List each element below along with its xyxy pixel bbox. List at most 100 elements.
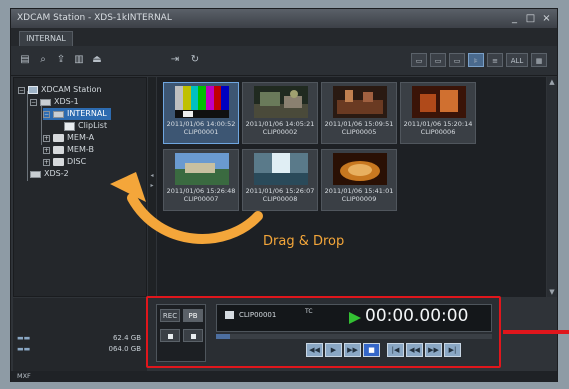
vertical-scrollbar[interactable]: ▲ ▼ — [547, 77, 557, 297]
folder-icon — [53, 134, 64, 142]
deck-icon — [40, 98, 51, 106]
scroll-down-icon[interactable]: ▼ — [547, 287, 557, 297]
all-filter-button[interactable]: ALL — [506, 53, 528, 67]
timecode-display: CLIP00001 TC 00:00.00:00 — [216, 304, 492, 332]
tab-bar: INTERNAL — [11, 28, 557, 46]
tc-label: TC — [305, 308, 313, 315]
clip-icon — [225, 311, 234, 319]
tree-item-label: MEM-B — [67, 145, 94, 154]
scroll-up-icon[interactable]: ▲ — [547, 77, 557, 87]
tree-item-mem-b[interactable]: + MEM-B — [43, 144, 94, 156]
dinner-thumbnail — [412, 86, 466, 118]
expand-icon[interactable]: + — [43, 146, 50, 154]
detail-view-icon[interactable]: ▭ — [430, 53, 446, 67]
collapse-icon[interactable]: − — [18, 86, 25, 94]
folder-icon — [53, 146, 64, 154]
previous-clip-icon[interactable]: |◀ — [387, 343, 404, 357]
playback-progress[interactable] — [216, 334, 492, 339]
info-view-icon[interactable]: ▭ — [449, 53, 465, 67]
tree-item-label: INTERNAL — [67, 109, 107, 118]
clip-date: 2011/01/06 15:20:14 — [403, 120, 473, 128]
media-icon[interactable]: ▤ — [17, 53, 33, 67]
clip-name: CLIP00001 — [183, 128, 219, 136]
current-clip-name: CLIP00001 — [239, 311, 277, 319]
player-panel: REC PB CLIP00001 TC 00:00.00:00 ◀◀ ▶ ▶▶ … — [146, 296, 501, 368]
tree-item-xds2[interactable]: XDS-2 — [30, 168, 69, 180]
play-indicator-icon — [349, 312, 361, 324]
tree-item-label: ClipList — [78, 121, 108, 130]
storage-used: 62.4 GB — [112, 334, 141, 342]
rewind-icon[interactable]: ◀◀ — [306, 343, 323, 357]
clip-date: 2011/01/06 15:41:01 — [324, 187, 394, 195]
tree-view-icon[interactable]: ⊧ — [468, 53, 484, 67]
close-button[interactable]: × — [540, 12, 553, 25]
drag-drop-arrow — [110, 172, 263, 244]
folder-icon — [53, 158, 64, 166]
window-title: XDCAM Station - XDS-1kINTERNAL — [17, 13, 172, 23]
tree-item-label: XDCAM Station — [41, 85, 102, 94]
clip-thumbnail[interactable]: 2011/01/06 14:05:21 CLIP00002 — [242, 82, 318, 144]
grid-view-icon[interactable]: ▦ — [531, 53, 547, 67]
rec-pb-switch: REC PB — [156, 304, 206, 362]
status-text: MXF — [17, 372, 31, 380]
import-icon[interactable]: ⇪ — [53, 53, 69, 67]
color-bars-thumbnail — [175, 86, 229, 118]
delete-icon[interactable]: ▥ — [71, 53, 87, 67]
list-view-icon[interactable]: ≡ — [487, 53, 503, 67]
eject-icon[interactable]: ⏏ — [89, 53, 105, 67]
step-back-icon[interactable]: ◀◀ — [406, 343, 423, 357]
storage-total: 064.0 GB — [108, 345, 142, 353]
step-forward-icon[interactable]: ▶▶ — [425, 343, 442, 357]
deck-icon — [30, 170, 41, 178]
minimize-button[interactable]: _ — [508, 12, 521, 25]
tab-internal[interactable]: INTERNAL — [19, 31, 73, 46]
maximize-button[interactable]: □ — [524, 12, 537, 25]
clip-thumbnail[interactable]: 2011/01/06 15:09:51 CLIP00005 — [321, 82, 397, 144]
list-icon — [64, 121, 75, 131]
rec-stop-button[interactable] — [160, 329, 180, 342]
search-icon[interactable]: ⌕ — [35, 53, 51, 67]
expand-icon[interactable]: + — [43, 158, 50, 166]
storage-label-icon: ▬▬ — [17, 345, 31, 353]
next-clip-icon[interactable]: ▶| — [444, 343, 461, 357]
tree-item-station[interactable]: − XDCAM Station — [18, 84, 102, 96]
clip-date: 2011/01/06 15:09:51 — [324, 120, 394, 128]
tree-item-label: MEM-A — [67, 133, 95, 142]
tree-item-mem-a[interactable]: + MEM-A — [43, 132, 94, 144]
tree-item-xds1[interactable]: − XDS-1 — [30, 96, 79, 108]
stop-icon[interactable]: ■ — [363, 343, 380, 357]
pb-stop-button[interactable] — [183, 329, 203, 342]
title-bar: XDCAM Station - XDS-1kINTERNAL _ □ × — [11, 9, 557, 28]
expand-icon[interactable]: + — [43, 134, 50, 142]
tree-item-internal[interactable]: − INTERNAL — [43, 108, 111, 120]
timecode-value: 00:00.00:00 — [365, 306, 469, 326]
tree-item-label: DISC — [67, 157, 87, 166]
computer-icon — [28, 86, 38, 94]
refresh-icon[interactable]: ↻ — [187, 53, 203, 67]
clip-thumbnail[interactable]: 2011/01/06 14:00:52 CLIP00001 — [163, 82, 239, 144]
drag-drop-label: Drag & Drop — [263, 234, 345, 249]
drive-icon — [53, 110, 64, 118]
collapse-icon[interactable]: − — [43, 110, 50, 118]
tree-item-cliplist[interactable]: ClipList — [64, 120, 107, 132]
pb-button[interactable]: PB — [183, 309, 203, 322]
clip-name: CLIP00006 — [420, 128, 456, 136]
clip-name: CLIP00002 — [262, 128, 298, 136]
progress-fill — [216, 334, 230, 339]
street-scene-thumbnail — [254, 86, 308, 118]
callout-line — [503, 330, 569, 334]
storage-info-panel: ▬▬ 62.4 GB ▬▬ 064.0 GB — [13, 298, 147, 382]
status-bar: MXF — [11, 371, 557, 382]
clip-thumbnail[interactable]: 2011/01/06 15:41:01 CLIP00009 — [321, 149, 397, 211]
play-icon[interactable]: ▶ — [325, 343, 342, 357]
rec-button[interactable]: REC — [160, 309, 180, 322]
clip-name: CLIP00005 — [341, 128, 377, 136]
thumbnail-view-icon[interactable]: ▭ — [411, 53, 427, 67]
export-icon[interactable]: ⇥ — [167, 53, 183, 67]
tree-item-label: XDS-2 — [44, 169, 69, 178]
clip-thumbnail[interactable]: 2011/01/06 15:20:14 CLIP00006 — [400, 82, 476, 144]
tree-item-disc[interactable]: + DISC — [43, 156, 86, 168]
clip-date: 2011/01/06 14:05:21 — [245, 120, 315, 128]
fast-forward-icon[interactable]: ▶▶ — [344, 343, 361, 357]
collapse-icon[interactable]: − — [30, 98, 37, 106]
